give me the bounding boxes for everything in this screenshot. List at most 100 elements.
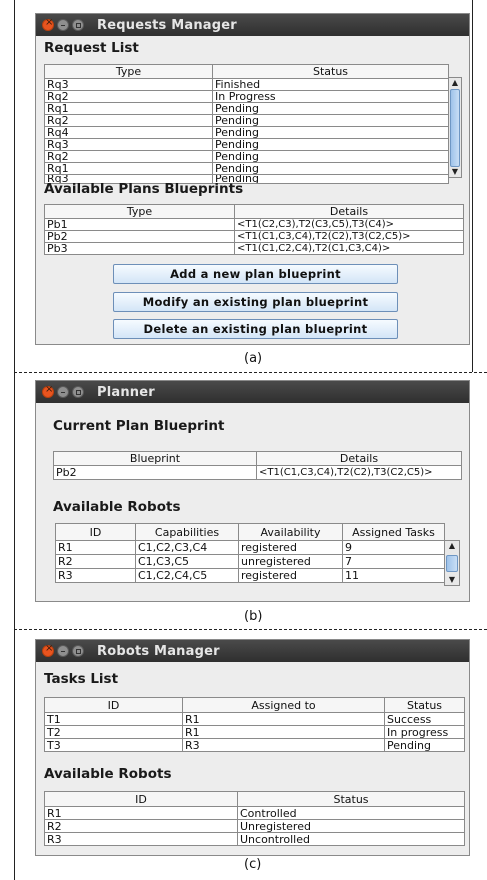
column-header-capabilities[interactable]: Capabilities (135, 523, 239, 541)
scroll-down-icon[interactable]: ▼ (445, 575, 459, 585)
column-header-type[interactable]: Type (44, 64, 213, 79)
cell-assigned-to: R1 (182, 712, 385, 726)
column-header-blueprint[interactable]: Blueprint (53, 451, 257, 466)
column-header-assigned-tasks[interactable]: Assigned Tasks (342, 523, 445, 541)
table-row[interactable]: R1 C1,C2,C3,C4 registered 9 (55, 540, 445, 555)
table-row[interactable]: Rq2 Pending (44, 114, 449, 127)
available-robots-heading: Available Robots (53, 499, 181, 515)
cell-capabilities: C1,C2,C3,C4 (135, 540, 239, 555)
cell-availability: registered (238, 540, 343, 555)
table-row[interactable]: Rq2 Pending (44, 150, 449, 163)
column-header-availability[interactable]: Availability (238, 523, 343, 541)
current-blueprint-table: Blueprint Details Pb2 <T1(C1,C3,C4),T2(C2… (53, 451, 462, 480)
table-row[interactable]: Rq2 In Progress (44, 90, 449, 103)
tasks-table: ID Assigned to Status T1 R1 Success T2 R1 In… (44, 697, 465, 752)
table-row[interactable]: T3 R3 Pending (44, 738, 465, 752)
table-row[interactable]: T2 R1 In progress (44, 725, 465, 739)
cell-id: R2 (44, 819, 238, 833)
plans-heading: Available Plans Blueprints (44, 181, 244, 197)
table-row[interactable]: R3 Uncontrolled (44, 832, 465, 846)
column-header-details[interactable]: Details (256, 451, 462, 466)
minimize-icon[interactable] (57, 386, 69, 398)
cell-type: Rq4 (44, 126, 213, 139)
table-row[interactable]: Rq3 Finished (44, 78, 449, 91)
maximize-icon[interactable] (72, 386, 84, 398)
scroll-thumb[interactable] (450, 89, 460, 167)
cell-status: Pending (212, 162, 449, 175)
column-header-assigned-to[interactable]: Assigned to (182, 697, 385, 713)
table-row[interactable]: Pb2 <T1(C1,C3,C4),T2(C2),T3(C2,C5)> (44, 230, 464, 243)
minimize-icon[interactable] (57, 19, 69, 31)
table-row[interactable]: R2 Unregistered (44, 819, 465, 833)
scroll-up-icon[interactable]: ▲ (445, 541, 459, 551)
column-header-type[interactable]: Type (44, 204, 235, 219)
cell-type: Rq3 (44, 138, 213, 151)
cell-blueprint: Pb2 (53, 465, 257, 480)
title-bar: Requests Manager (36, 14, 469, 36)
request-list-heading: Request List (44, 40, 139, 56)
title-bar: Planner (36, 381, 469, 403)
table-row[interactable]: Pb2 <T1(C1,C3,C4),T2(C2),T3(C2,C5)> (53, 465, 462, 480)
table-row[interactable]: R3 C1,C2,C4,C5 registered 11 (55, 568, 445, 583)
maximize-icon[interactable] (72, 645, 84, 657)
request-list-table: Type Status Rq3 Finished Rq2 In Progress R… (44, 64, 449, 184)
column-header-id[interactable]: ID (44, 697, 183, 713)
delete-blueprint-button[interactable]: Delete an existing plan blueprint (113, 319, 398, 339)
scroll-down-icon[interactable]: ▼ (449, 167, 461, 177)
column-header-id[interactable]: ID (55, 523, 136, 541)
cell-assigned-tasks: 7 (342, 554, 445, 569)
column-header-status[interactable]: Status (237, 791, 465, 807)
column-header-status[interactable]: Status (384, 697, 465, 713)
table-row[interactable]: R2 C1,C3,C5 unregistered 7 (55, 554, 445, 569)
minimize-icon[interactable] (57, 645, 69, 657)
close-icon[interactable] (42, 17, 54, 31)
figure-border-left (14, 0, 15, 880)
table-row[interactable]: Rq1 Pending (44, 162, 449, 175)
close-icon[interactable] (42, 643, 54, 657)
maximize-icon[interactable] (72, 19, 84, 31)
table-row[interactable]: Pb1 <T1(C2,C3),T2(C3,C5),T3(C4)> (44, 218, 464, 231)
scroll-thumb[interactable] (446, 555, 458, 572)
close-icon[interactable] (42, 384, 54, 398)
planner-robots-scrollbar[interactable]: ▲ ▼ (444, 540, 460, 586)
cell-status: In Progress (212, 90, 449, 103)
cell-availability: unregistered (238, 554, 343, 569)
add-blueprint-button[interactable]: Add a new plan blueprint (113, 264, 398, 284)
title-bar: Robots Manager (36, 640, 469, 662)
table-row[interactable]: R1 Controlled (44, 806, 465, 820)
window-title: Planner (97, 384, 155, 400)
cell-details: <T1(C1,C3,C4),T2(C2),T3(C2,C5)> (234, 230, 464, 243)
panel-divider-ab (14, 372, 487, 373)
table-row[interactable]: Rq1 Pending (44, 102, 449, 115)
cell-id: R2 (55, 554, 136, 569)
cell-assigned-tasks: 11 (342, 568, 445, 583)
column-header-id[interactable]: ID (44, 791, 238, 807)
cell-status: Pending (212, 138, 449, 151)
column-header-details[interactable]: Details (234, 204, 464, 219)
cell-type: Rq3 (44, 78, 213, 91)
robots-status-table: ID Status R1 Controlled R2 Unregistered R3… (44, 791, 465, 846)
cell-id: T1 (44, 712, 183, 726)
table-row[interactable]: Rq4 Pending (44, 126, 449, 139)
cell-assigned-to: R3 (182, 738, 385, 752)
cell-id: R1 (44, 806, 238, 820)
cell-type: Pb2 (44, 230, 235, 243)
cell-type: Rq2 (44, 114, 213, 127)
cell-details: <T1(C1,C2,C4),T2(C1,C3,C4)> (234, 242, 464, 255)
request-list-scrollbar[interactable]: ▲ ▼ (448, 77, 462, 178)
cell-details: <T1(C1,C3,C4),T2(C2),T3(C2,C5)> (256, 465, 462, 480)
available-robots-heading: Available Robots (44, 766, 172, 782)
window-title: Requests Manager (97, 17, 237, 33)
modify-blueprint-button[interactable]: Modify an existing plan blueprint (113, 292, 398, 312)
table-row[interactable]: Pb3 <T1(C1,C2,C4),T2(C1,C3,C4)> (44, 242, 464, 255)
cell-status: Uncontrolled (237, 832, 465, 846)
column-header-status[interactable]: Status (212, 64, 449, 79)
table-row[interactable]: T1 R1 Success (44, 712, 465, 726)
caption-c: (c) (244, 857, 262, 872)
cell-id: T2 (44, 725, 183, 739)
cell-type: Pb1 (44, 218, 235, 231)
cell-assigned-to: R1 (182, 725, 385, 739)
scroll-up-icon[interactable]: ▲ (449, 78, 461, 88)
table-row[interactable]: Rq3 Pending (44, 138, 449, 151)
cell-status: Controlled (237, 806, 465, 820)
